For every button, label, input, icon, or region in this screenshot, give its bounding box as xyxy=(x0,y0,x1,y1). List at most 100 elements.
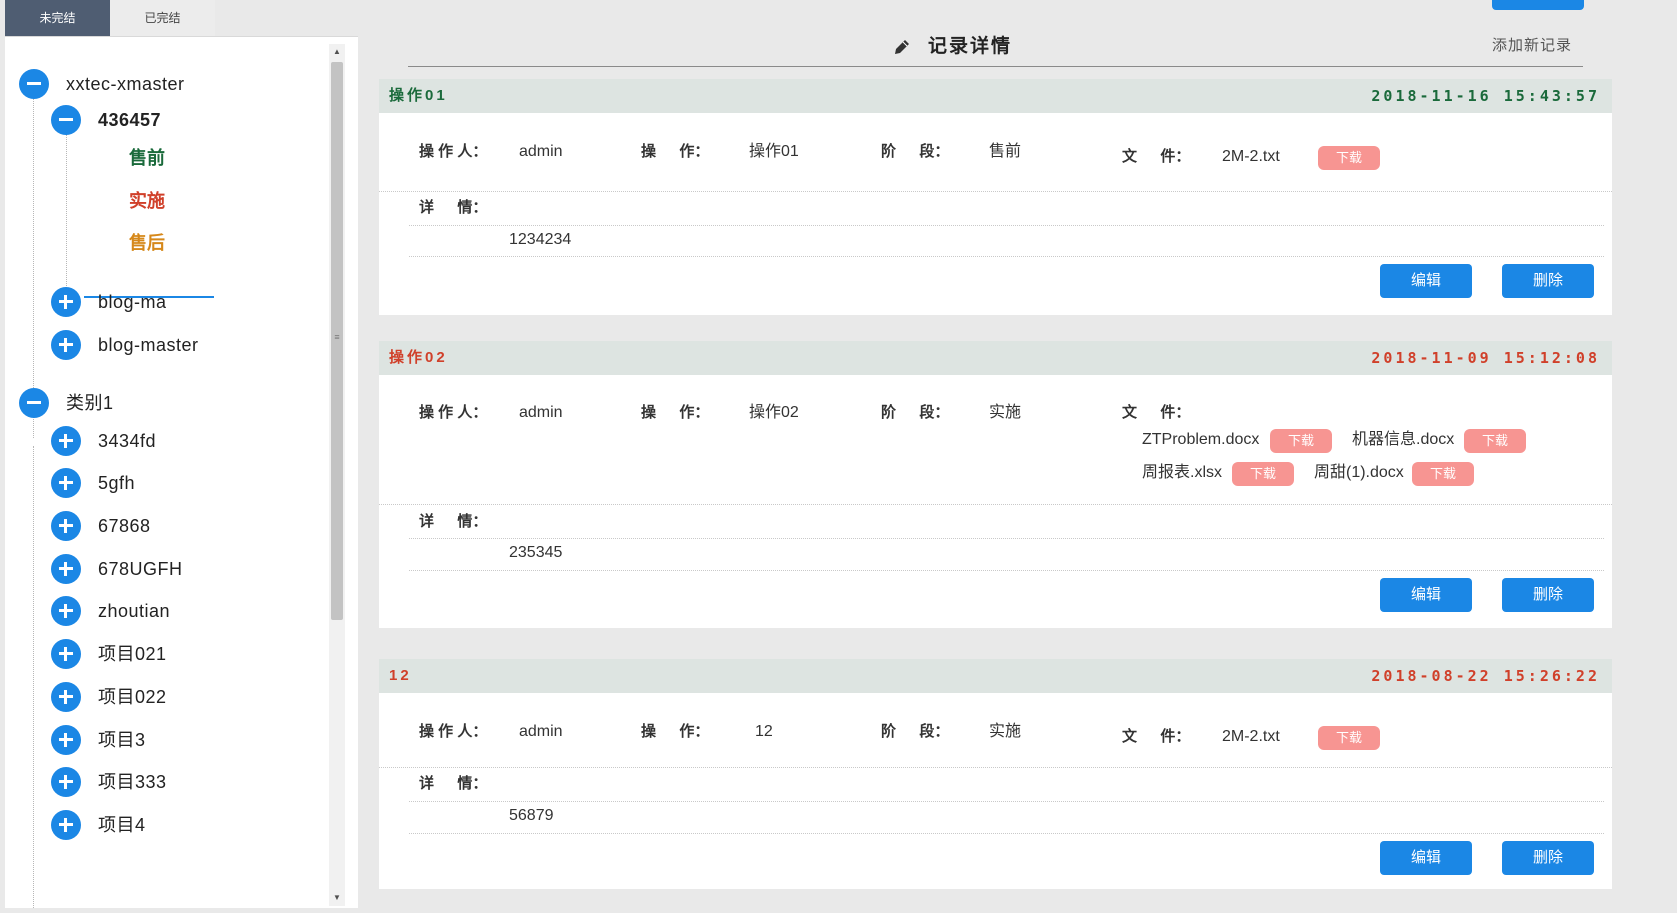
collapse-icon[interactable] xyxy=(19,69,49,99)
file-name[interactable]: 2M-2.txt xyxy=(1222,726,1280,748)
tab-unfinished[interactable]: 未完结 xyxy=(5,0,110,36)
operator-label: 操 作 人： xyxy=(419,143,488,160)
stage-implementation[interactable]: 实施 xyxy=(129,184,165,218)
expand-icon[interactable] xyxy=(51,511,81,541)
tree-item-label[interactable]: 项目333 xyxy=(98,765,167,799)
tree-item-label[interactable]: 3434fd xyxy=(98,424,156,458)
record-card: 操作01 2018-11-16 15:43:57 操 作 人： admin 操 … xyxy=(379,79,1612,315)
file-name[interactable]: 机器信息.docx xyxy=(1352,429,1454,451)
tree-item-436457: 436457 xyxy=(5,103,325,137)
tree-item: 项目4 xyxy=(5,808,325,842)
expand-icon[interactable] xyxy=(51,639,81,669)
operation-label: 操 作： xyxy=(641,143,710,160)
title-divider xyxy=(408,66,1583,67)
tree-item-label[interactable]: blog-ma xyxy=(98,285,167,319)
edit-button[interactable]: 编辑 xyxy=(1380,578,1472,612)
expand-icon[interactable] xyxy=(51,810,81,840)
edit-button[interactable]: 编辑 xyxy=(1380,841,1472,875)
section-divider xyxy=(409,833,1604,834)
tree-group-category1: 类别1 xyxy=(5,386,325,420)
delete-button[interactable]: 删除 xyxy=(1502,841,1594,875)
stage-label: 阶 段： xyxy=(881,404,950,421)
add-record-link[interactable]: 添加新记录 xyxy=(1492,34,1572,58)
expand-icon[interactable] xyxy=(51,554,81,584)
collapse-icon[interactable] xyxy=(51,105,81,135)
operator-value: admin xyxy=(519,143,563,160)
stage-aftersale[interactable]: 售后 xyxy=(129,226,165,260)
file-name[interactable]: ZTProblem.docx xyxy=(1142,429,1259,451)
expand-icon[interactable] xyxy=(51,330,81,360)
tree-item-label[interactable]: 项目3 xyxy=(98,723,146,757)
expand-icon[interactable] xyxy=(51,468,81,498)
tree-group-label[interactable]: xxtec-xmaster xyxy=(66,67,185,101)
section-divider xyxy=(409,570,1604,571)
tree-group-xxtec-xmaster: xxtec-xmaster xyxy=(5,67,325,101)
page-title: 记录详情 xyxy=(928,36,1013,57)
download-button[interactable]: 下载 xyxy=(1270,429,1332,453)
operation-label: 操 作： xyxy=(641,723,710,740)
expand-icon[interactable] xyxy=(51,287,81,317)
expand-icon[interactable] xyxy=(51,682,81,712)
record-time: 2018-11-09 15:12:08 xyxy=(1371,349,1600,367)
tree-item: 67868 xyxy=(5,509,325,543)
tree-item-label[interactable]: blog-master xyxy=(98,328,199,362)
download-button[interactable]: 下载 xyxy=(1318,146,1380,170)
tree-item-label[interactable]: 项目022 xyxy=(98,680,167,714)
scroll-up-arrow-icon[interactable]: ▲ xyxy=(329,44,345,60)
detail-label: 详 情： xyxy=(419,775,488,792)
tree-item-label[interactable]: 5gfh xyxy=(98,466,135,500)
delete-button[interactable]: 删除 xyxy=(1502,578,1594,612)
tree-item-label[interactable]: 436457 xyxy=(98,103,161,137)
file-name[interactable]: 周报表.xlsx xyxy=(1142,462,1222,484)
project-tree-panel: 未完结 已完结 xxtec-xmaster 436457 售前 实施 售后 bl… xyxy=(5,0,358,908)
record-time: 2018-08-22 15:26:22 xyxy=(1371,667,1600,685)
tree-item-label[interactable]: 项目021 xyxy=(98,637,167,671)
expand-icon[interactable] xyxy=(51,725,81,755)
tree-item: 项目021 xyxy=(5,637,325,671)
download-button[interactable]: 下载 xyxy=(1318,726,1380,750)
scroll-thumb[interactable]: ≡ xyxy=(331,62,343,620)
delete-button[interactable]: 删除 xyxy=(1502,264,1594,298)
detail-text: 235345 xyxy=(509,544,563,561)
file-name[interactable]: 周甜(1).docx xyxy=(1314,462,1404,484)
collapse-icon[interactable] xyxy=(19,388,49,418)
record-name: 操作01 xyxy=(389,87,448,104)
tree-item: 678UGFH xyxy=(5,552,325,586)
record-name: 12 xyxy=(389,667,412,684)
stage-label: 阶 段： xyxy=(881,723,950,740)
scroll-down-arrow-icon[interactable]: ▼ xyxy=(329,890,345,906)
download-button[interactable]: 下载 xyxy=(1412,462,1474,486)
tree-item-label[interactable]: 项目4 xyxy=(98,808,146,842)
operator-label: 操 作 人： xyxy=(419,404,488,421)
record-card: 12 2018-08-22 15:26:22 操 作 人： admin 操 作：… xyxy=(379,659,1612,889)
download-button[interactable]: 下载 xyxy=(1464,429,1526,453)
detail-label: 详 情： xyxy=(419,199,488,216)
file-name[interactable]: 2M-2.txt xyxy=(1222,146,1280,168)
tab-finished[interactable]: 已完结 xyxy=(110,0,215,36)
expand-icon[interactable] xyxy=(51,426,81,456)
expand-icon[interactable] xyxy=(51,596,81,626)
detail-text: 1234234 xyxy=(509,231,572,248)
download-button[interactable]: 下载 xyxy=(1232,462,1294,486)
operator-value: admin xyxy=(519,723,563,740)
operation-value: 12 xyxy=(755,723,773,740)
tree-scrollbar[interactable]: ▲ ≡ ▼ xyxy=(329,44,345,906)
tree-item: 项目333 xyxy=(5,765,325,799)
edit-button[interactable]: 编辑 xyxy=(1380,264,1472,298)
section-divider xyxy=(379,767,1612,768)
tree-item-label[interactable]: 678UGFH xyxy=(98,552,183,586)
expand-icon[interactable] xyxy=(51,767,81,797)
status-tab-bar: 未完结 已完结 xyxy=(5,0,358,37)
tree-group-label[interactable]: 类别1 xyxy=(66,386,114,420)
operation-label: 操 作： xyxy=(641,404,710,421)
section-divider xyxy=(409,225,1604,226)
stage-presale[interactable]: 售前 xyxy=(129,141,165,175)
top-button-partial[interactable] xyxy=(1492,0,1584,10)
tree-item: zhoutian xyxy=(5,594,325,628)
section-divider xyxy=(379,191,1612,192)
tree-item-label[interactable]: zhoutian xyxy=(98,594,170,628)
detail-text: 56879 xyxy=(509,807,554,824)
stage-value: 实施 xyxy=(989,404,1022,421)
stage-value: 实施 xyxy=(989,723,1022,740)
tree-item-label[interactable]: 67868 xyxy=(98,509,151,543)
